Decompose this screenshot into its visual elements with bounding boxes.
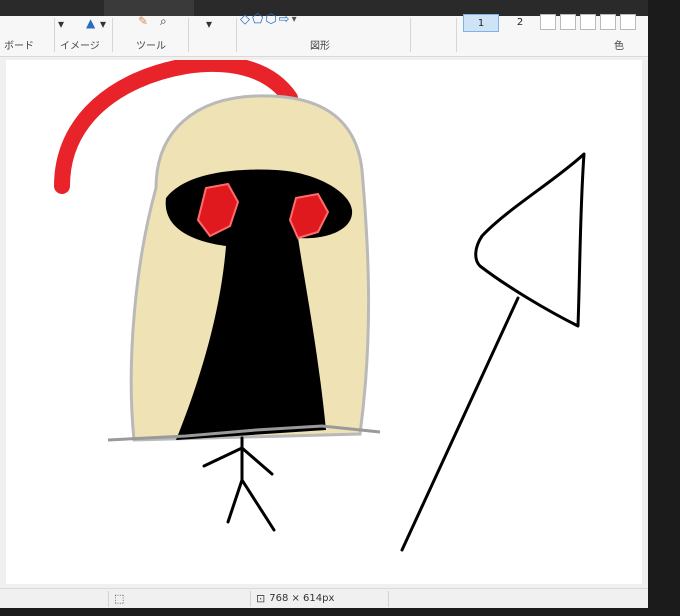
- group-label-shapes: 図形: [310, 41, 330, 52]
- status-separator: [388, 591, 389, 607]
- group-label-clipboard: ボード: [4, 41, 34, 52]
- spear-tip: [474, 152, 586, 328]
- magnifier-icon[interactable]: ⌕: [160, 15, 167, 27]
- size-option-1[interactable]: 1: [463, 14, 499, 32]
- ribbon: ▾ ▲ ▾ ✎ ⌕ ▾ ◇ ⬠ ⬡ ⇨ ▾ ボード イメージ ツール 図形 色: [0, 0, 648, 57]
- size-option-label: 2: [516, 17, 524, 28]
- color-swatch[interactable]: [560, 14, 576, 30]
- canvas-size-text: 768 × 614px: [269, 593, 335, 604]
- group-separator: [236, 18, 237, 52]
- group-separator: [54, 18, 55, 52]
- color-swatch[interactable]: [600, 14, 616, 30]
- shapes-gallery[interactable]: ◇ ⬠ ⬡ ⇨ ▾: [240, 13, 330, 27]
- diamond-shape-icon[interactable]: ◇: [240, 13, 250, 27]
- canvas-drawing: [54, 60, 586, 552]
- group-separator: [410, 18, 411, 52]
- color-swatch[interactable]: [580, 14, 596, 30]
- ribbon-top-blob: [104, 0, 194, 16]
- paint-window: ▾ ▲ ▾ ✎ ⌕ ▾ ◇ ⬠ ⬡ ⇨ ▾ ボード イメージ ツール 図形 色: [0, 0, 648, 608]
- group-label-tools: ツール: [136, 41, 166, 52]
- status-separator: [108, 591, 109, 607]
- pentagon-shape-icon[interactable]: ⬠: [252, 13, 263, 27]
- group-label-image: イメージ: [60, 41, 100, 52]
- dropdown-icon[interactable]: ▾: [58, 18, 64, 30]
- hexagon-shape-icon[interactable]: ⬡: [265, 13, 276, 27]
- stick-figure: [202, 436, 276, 532]
- rotate-icon[interactable]: ▲: [86, 17, 95, 29]
- canvas-size-icon: ⊡: [256, 592, 266, 605]
- color-swatch[interactable]: [540, 14, 556, 30]
- group-separator: [112, 18, 113, 52]
- status-canvas-size: ⊡ 768 × 614px: [256, 592, 334, 605]
- brush-dropdown-icon[interactable]: ▾: [206, 18, 212, 30]
- selection-size-icon: ⬚: [114, 592, 125, 605]
- screen: ▾ ▲ ▾ ✎ ⌕ ▾ ◇ ⬠ ⬡ ⇨ ▾ ボード イメージ ツール 図形 色: [0, 0, 680, 616]
- spear-shaft: [400, 296, 520, 552]
- arrow-shape-icon[interactable]: ⇨: [279, 13, 290, 27]
- size-option-2[interactable]: 2: [502, 14, 538, 32]
- color-swatch[interactable]: [620, 14, 636, 30]
- status-selection: ⬚: [114, 592, 124, 605]
- status-bar: ⬚ ⊡ 768 × 614px: [0, 588, 648, 608]
- dropdown-icon[interactable]: ▾: [100, 18, 106, 30]
- shapes-more-icon[interactable]: ▾: [292, 13, 297, 27]
- status-separator: [250, 591, 251, 607]
- pencil-icon[interactable]: ✎: [138, 15, 148, 27]
- group-separator: [188, 18, 189, 52]
- group-label-color: 色: [614, 41, 624, 52]
- group-separator: [456, 18, 457, 52]
- drawing-canvas[interactable]: [6, 60, 642, 584]
- size-option-label: 1: [477, 18, 485, 29]
